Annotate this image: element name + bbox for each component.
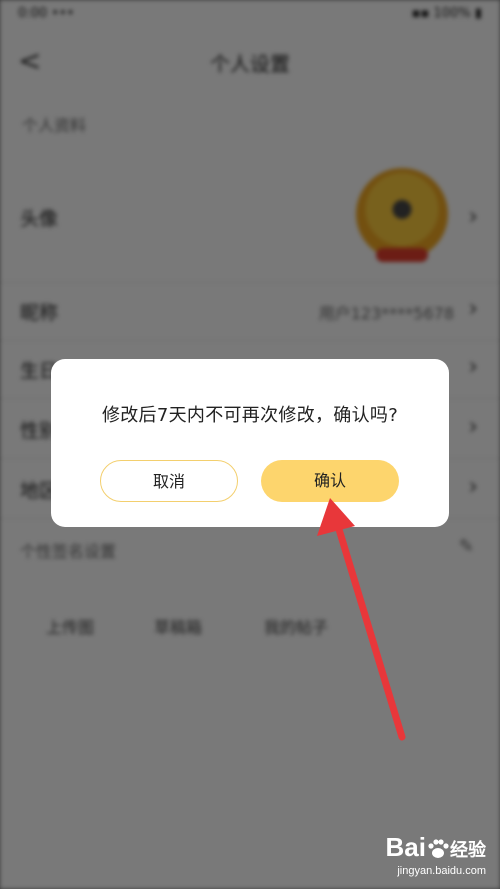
dialog-message: 修改后7天内不可再次修改，确认吗? — [101, 405, 399, 426]
watermark-url: jingyan.baidu.com — [397, 865, 486, 877]
watermark-brand: Bai — [385, 832, 426, 862]
cancel-button[interactable]: 取消 — [100, 460, 238, 502]
watermark-suffix: 经验 — [450, 840, 486, 860]
watermark: Bai 经验 jingyan.baidu.com — [386, 834, 486, 877]
confirm-button[interactable]: 确认 — [261, 460, 399, 502]
confirm-dialog: 修改后7天内不可再次修改，确认吗? 取消 确认 — [51, 359, 449, 527]
paw-icon — [428, 839, 449, 859]
